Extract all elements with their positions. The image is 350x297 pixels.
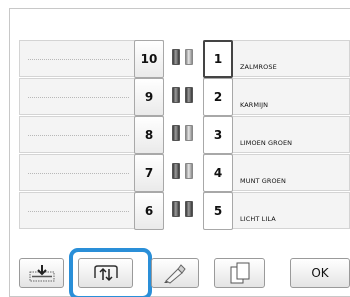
thread-row: 10 1 ZALMROSE [19,40,350,78]
thread-spool-icon [172,163,180,179]
empty-placeholder-line [28,211,129,212]
thread-color-item[interactable]: 4 MUNT GROEN [203,154,350,192]
color-name: ZALMROSE [240,63,277,71]
thread-color-item[interactable]: 2 KARMIJN [203,78,350,116]
page-copy-icon [230,262,249,284]
thread-spool-icon [185,125,193,141]
spool-pair-icon [172,87,196,107]
slot-number-button[interactable]: 9 [134,78,164,116]
color-name: KARMIJN [240,101,269,109]
page-button[interactable] [214,258,265,288]
color-name: LICHT LILA [240,215,276,223]
slot-number-button[interactable]: 8 [134,116,164,154]
empty-placeholder-line [28,97,129,98]
thread-list: 10 1 ZALMROSE 9 2 KARMIJN 8 3 LIMOEN GRO… [19,40,350,230]
unassigned-slot[interactable]: 9 [19,78,164,116]
thread-spool-icon [172,49,180,65]
thread-spool-icon [172,87,180,103]
thread-color-item[interactable]: 3 LIMOEN GROEN [203,116,350,154]
color-order-number[interactable]: 3 [203,116,233,154]
thread-spool-icon [185,49,193,65]
color-order-number[interactable]: 4 [203,154,233,192]
slot-number-button[interactable]: 10 [134,40,164,78]
ok-button[interactable]: OK [290,258,350,288]
color-pen-icon [164,264,186,284]
thread-color-item[interactable]: 1 ZALMROSE [203,40,350,78]
move-to-bottom-button[interactable] [19,258,64,288]
thread-spool-icon [185,163,193,179]
unassigned-slot[interactable]: 7 [19,154,164,192]
color-name: MUNT GROEN [240,177,286,185]
thread-spool-icon [172,125,180,141]
thread-row: 8 3 LIMOEN GROEN [19,116,350,154]
color-change-button[interactable] [151,258,199,288]
bottom-toolbar: OK [0,248,350,297]
thread-color-item[interactable]: 5 LICHT LILA [203,192,350,230]
spool-pair-icon [172,125,196,145]
color-order-number[interactable]: 1 [203,40,233,78]
empty-placeholder-line [28,173,129,174]
unassigned-slot[interactable]: 8 [19,116,164,154]
spool-pair-icon [172,201,196,221]
unassigned-slot[interactable]: 10 [19,40,164,78]
empty-placeholder-line [28,59,129,60]
thread-spool-icon [172,201,180,217]
empty-placeholder-line [28,135,129,136]
color-order-number[interactable]: 2 [203,78,233,116]
color-order-number[interactable]: 5 [203,192,233,230]
thread-spool-icon [185,201,193,217]
selection-highlight [69,248,152,297]
color-name: LIMOEN GROEN [240,139,293,147]
thread-spool-icon [185,87,193,103]
move-to-bottom-icon [29,265,54,282]
slot-number-button[interactable]: 7 [134,154,164,192]
thread-row: 9 2 KARMIJN [19,78,350,116]
spool-pair-icon [172,163,196,183]
thread-row: 6 5 LICHT LILA [19,192,350,230]
spool-pair-icon [172,49,196,69]
unassigned-slot[interactable]: 6 [19,192,164,230]
thread-row: 7 4 MUNT GROEN [19,154,350,192]
slot-number-button[interactable]: 6 [134,192,164,230]
